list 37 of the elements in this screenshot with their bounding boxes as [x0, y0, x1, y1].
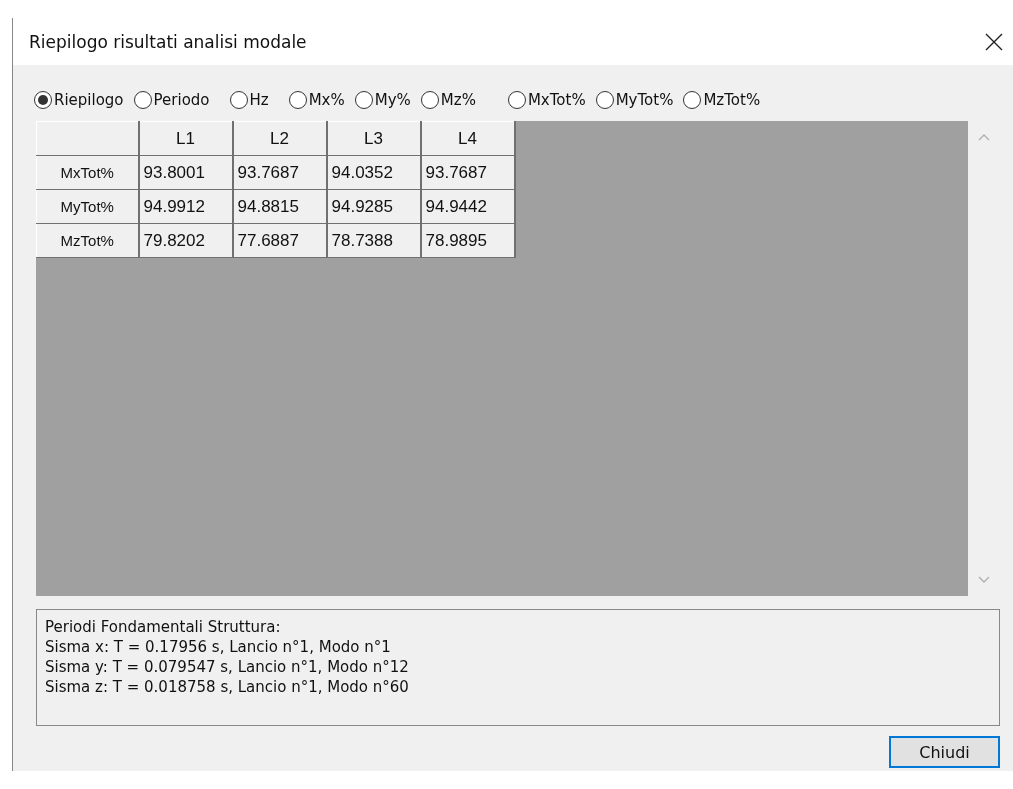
radio-option[interactable]: MzTot%	[683, 91, 761, 109]
table-cell: 94.9285	[326, 189, 421, 224]
column-header: L1	[138, 121, 233, 156]
radio-option[interactable]: MxTot%	[507, 91, 586, 109]
summary-line: Sisma y: T = 0.079547 s, Lancio n°1, Modo n°12	[45, 657, 410, 677]
table-cell: 77.6887	[232, 223, 327, 258]
summary-line: Periodi Fondamentali Struttura:	[45, 617, 282, 637]
scroll-down-icon[interactable]	[978, 576, 990, 584]
column-header: L4	[420, 121, 515, 156]
scroll-up-icon[interactable]	[978, 133, 990, 141]
row-header: MyTot%	[36, 189, 139, 224]
table-cell: 94.0352	[326, 155, 421, 190]
column-header: L3	[326, 121, 421, 156]
radio-option[interactable]: My%	[354, 91, 411, 109]
radio-option[interactable]: MyTot%	[595, 91, 674, 109]
summary-line: Sisma z: T = 0.018758 s, Lancio n°1, Modo n°60	[45, 677, 410, 697]
table-cell: 94.9442	[420, 189, 515, 224]
radio-option[interactable]: Hz	[229, 91, 269, 109]
table-cell: 94.9912	[138, 189, 233, 224]
radio-option[interactable]: Mz%	[420, 91, 476, 109]
row-header: MzTot%	[36, 223, 139, 258]
close-button[interactable]: Chiudi	[889, 736, 1000, 768]
column-header: L2	[232, 121, 327, 156]
radio-option[interactable]: Riepilogo	[34, 91, 124, 109]
radio-option[interactable]: Periodo	[133, 91, 210, 109]
table-cell: 93.7687	[232, 155, 327, 190]
row-header: MxTot%	[36, 155, 139, 190]
close-icon[interactable]	[985, 32, 1003, 51]
window-title: Riepilogo risultati analisi modale	[29, 31, 307, 52]
summary-line: Sisma x: T = 0.17956 s, Lancio n°1, Modo n°1	[45, 637, 392, 657]
table-cell: 93.7687	[420, 155, 515, 190]
table-cell: 93.8001	[138, 155, 233, 190]
table-cell: 94.8815	[232, 189, 327, 224]
radio-option[interactable]: Mx%	[288, 91, 345, 109]
table-cell: 78.9895	[420, 223, 515, 258]
table-cell: 79.8202	[138, 223, 233, 258]
table-cell: 78.7388	[326, 223, 421, 258]
